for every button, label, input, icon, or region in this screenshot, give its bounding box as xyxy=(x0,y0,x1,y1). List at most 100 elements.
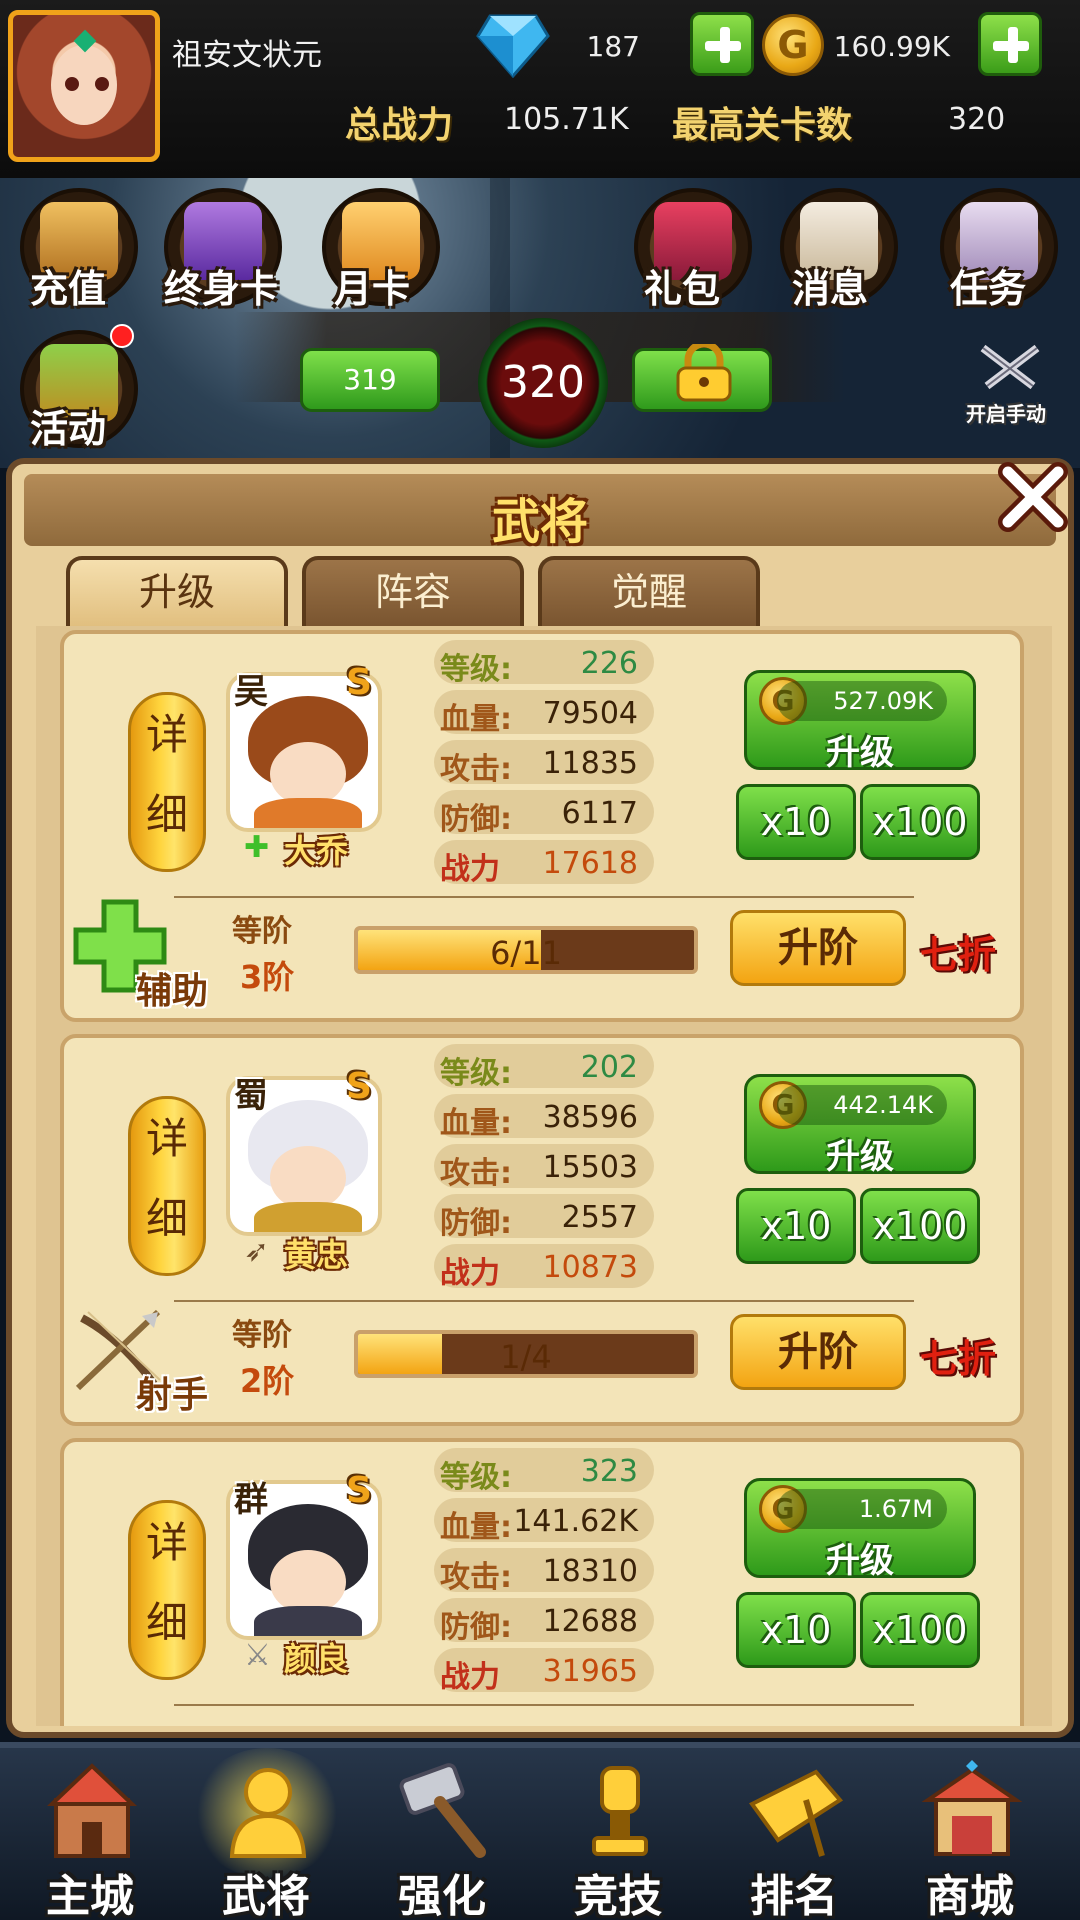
detail-label: 详 xyxy=(145,1114,188,1163)
flag-icon xyxy=(749,1769,844,1857)
hero-list[interactable]: 详 细 吴 S ✚ 大乔 等级: 226 血量: 79504 攻击: 11835… xyxy=(36,626,1052,1726)
messages-label: 消息 xyxy=(792,267,869,311)
tab-upgrade[interactable]: 升级 xyxy=(66,556,288,626)
defense-row: 防御: 6117 xyxy=(434,790,654,837)
previous-stage-button[interactable]: 319 xyxy=(300,348,440,412)
notification-dot xyxy=(110,324,134,348)
close-icon[interactable] xyxy=(994,458,1072,536)
power-label: 战力 xyxy=(440,1256,500,1291)
nav-label: 商城 xyxy=(926,1871,1014,1920)
tab-awaken[interactable]: 觉醒 xyxy=(538,556,760,626)
crossed-swords-icon[interactable] xyxy=(975,344,1045,390)
level-label: 等级: xyxy=(440,1460,512,1495)
hero-name: 颜良 xyxy=(284,1640,349,1678)
ascend-button[interactable]: 升阶 xyxy=(730,910,906,986)
rank-value: 2阶 xyxy=(240,1362,295,1400)
current-stage-orb[interactable]: 320 xyxy=(478,318,608,448)
hp-label: 血量: xyxy=(440,1510,512,1545)
manual-mode-label: 开启手动 xyxy=(966,402,1046,426)
grade-badge: S xyxy=(346,1066,372,1107)
defense-row: 防御: 12688 xyxy=(434,1598,654,1645)
nav-ranking[interactable]: 排名 xyxy=(706,1748,882,1920)
upgrade-x100-button[interactable]: x100 xyxy=(860,1188,980,1264)
nav-label: 强化 xyxy=(398,1871,486,1920)
level-value: 323 xyxy=(580,1454,638,1489)
grade-badge: S xyxy=(346,1470,372,1511)
sword-mini-icon: ⚔ xyxy=(244,1638,271,1673)
nav-label: 排名 xyxy=(750,1871,838,1920)
events-label: 活动 xyxy=(30,407,107,451)
hp-row: 血量: 141.62K xyxy=(434,1498,654,1545)
rank-progress-bar: 1/4 xyxy=(354,1330,698,1378)
top-bar: 祖安文状元 187 G 160.99K 总战力 105.71K 最高关卡数 32… xyxy=(0,0,1080,178)
grade-badge: S xyxy=(346,662,372,703)
upgrade-button[interactable]: G 1.67M 升级 xyxy=(744,1478,976,1581)
attack-row: 攻击: 18310 xyxy=(434,1548,654,1595)
rank-progress-text: 6/11 xyxy=(490,934,562,972)
upgrade-x10-button[interactable]: x10 xyxy=(736,784,856,860)
detail-button[interactable]: 详 细 xyxy=(128,1096,206,1276)
nav-label: 竞技 xyxy=(574,1871,662,1920)
max-stage-value: 320 xyxy=(948,102,1006,137)
level-row: 等级: 202 xyxy=(434,1044,654,1091)
power-label: 战力 xyxy=(440,1660,500,1695)
power-row: 战力 31965 xyxy=(434,1648,654,1695)
nav-heroes[interactable]: 武将 xyxy=(178,1748,354,1920)
tab-lineup[interactable]: 阵容 xyxy=(302,556,524,626)
add-gems-button[interactable] xyxy=(690,12,754,76)
hp-value: 141.62K xyxy=(513,1504,638,1539)
add-gold-button[interactable] xyxy=(978,12,1042,76)
monthly-card-label: 月卡 xyxy=(334,267,411,311)
bottom-nav: 主城 武将 强化 竞技 排名 商城 xyxy=(0,1742,1080,1920)
diamond-icon xyxy=(476,14,550,78)
power-value: 10873 xyxy=(542,1250,638,1285)
player-avatar[interactable] xyxy=(8,10,160,162)
faction-badge: 蜀 xyxy=(234,1076,268,1116)
hero-name: 黄忠 xyxy=(284,1236,349,1274)
panel-header: 武将 xyxy=(24,474,1056,550)
power-row: 战力 10873 xyxy=(434,1244,654,1291)
upgrade-cost: 1.67M xyxy=(777,1489,947,1529)
lock-icon xyxy=(676,344,732,402)
attack-label: 攻击: xyxy=(440,1156,512,1191)
upgrade-label: 升级 xyxy=(826,733,894,773)
detail-button[interactable]: 详 细 xyxy=(128,1500,206,1680)
hp-value: 79504 xyxy=(542,696,638,731)
nav-main-city[interactable]: 主城 xyxy=(2,1748,178,1920)
nav-arena[interactable]: 竞技 xyxy=(530,1748,706,1920)
detail-button[interactable]: 详 细 xyxy=(128,692,206,872)
power-row: 战力 17618 xyxy=(434,840,654,887)
gem-count: 187 xyxy=(586,30,640,63)
level-value: 202 xyxy=(580,1050,638,1085)
upgrade-x100-button[interactable]: x100 xyxy=(860,784,980,860)
defense-row: 防御: 2557 xyxy=(434,1194,654,1241)
defense-value: 6117 xyxy=(561,796,638,831)
support-mini-icon: ✚ xyxy=(244,830,270,865)
fist-trophy-icon xyxy=(592,1766,648,1856)
upgrade-button[interactable]: G 442.14K 升级 xyxy=(744,1074,976,1177)
upgrade-x10-button[interactable]: x10 xyxy=(736,1188,856,1264)
upgrade-x100-button[interactable]: x100 xyxy=(860,1592,980,1668)
level-label: 等级: xyxy=(440,652,512,687)
hero-name: 大乔 xyxy=(284,832,349,870)
hero-card: 详 细 吴 S ✚ 大乔 等级: 226 血量: 79504 攻击: 11835… xyxy=(60,630,1024,1022)
role-label: 射手 xyxy=(136,1375,209,1416)
upgrade-button[interactable]: G 527.09K 升级 xyxy=(744,670,976,773)
discount-badge: 七折 xyxy=(920,933,997,977)
nav-shop[interactable]: 商城 xyxy=(882,1748,1058,1920)
attack-label: 攻击: xyxy=(440,752,512,787)
card-divider xyxy=(174,1300,914,1302)
card-divider xyxy=(174,1704,914,1706)
ascend-button[interactable]: 升阶 xyxy=(730,1314,906,1390)
rank-label: 等阶 xyxy=(232,914,292,949)
defense-label: 防御: xyxy=(440,802,512,837)
level-row: 等级: 226 xyxy=(434,640,654,687)
defense-label: 防御: xyxy=(440,1610,512,1645)
player-name: 祖安文状元 xyxy=(172,38,322,73)
attack-row: 攻击: 11835 xyxy=(434,740,654,787)
lifetime-card-label: 终身卡 xyxy=(164,267,279,311)
power-label: 战力 xyxy=(440,852,500,887)
nav-enhance[interactable]: 强化 xyxy=(354,1748,530,1920)
role-label: 辅助 xyxy=(136,971,209,1012)
upgrade-x10-button[interactable]: x10 xyxy=(736,1592,856,1668)
